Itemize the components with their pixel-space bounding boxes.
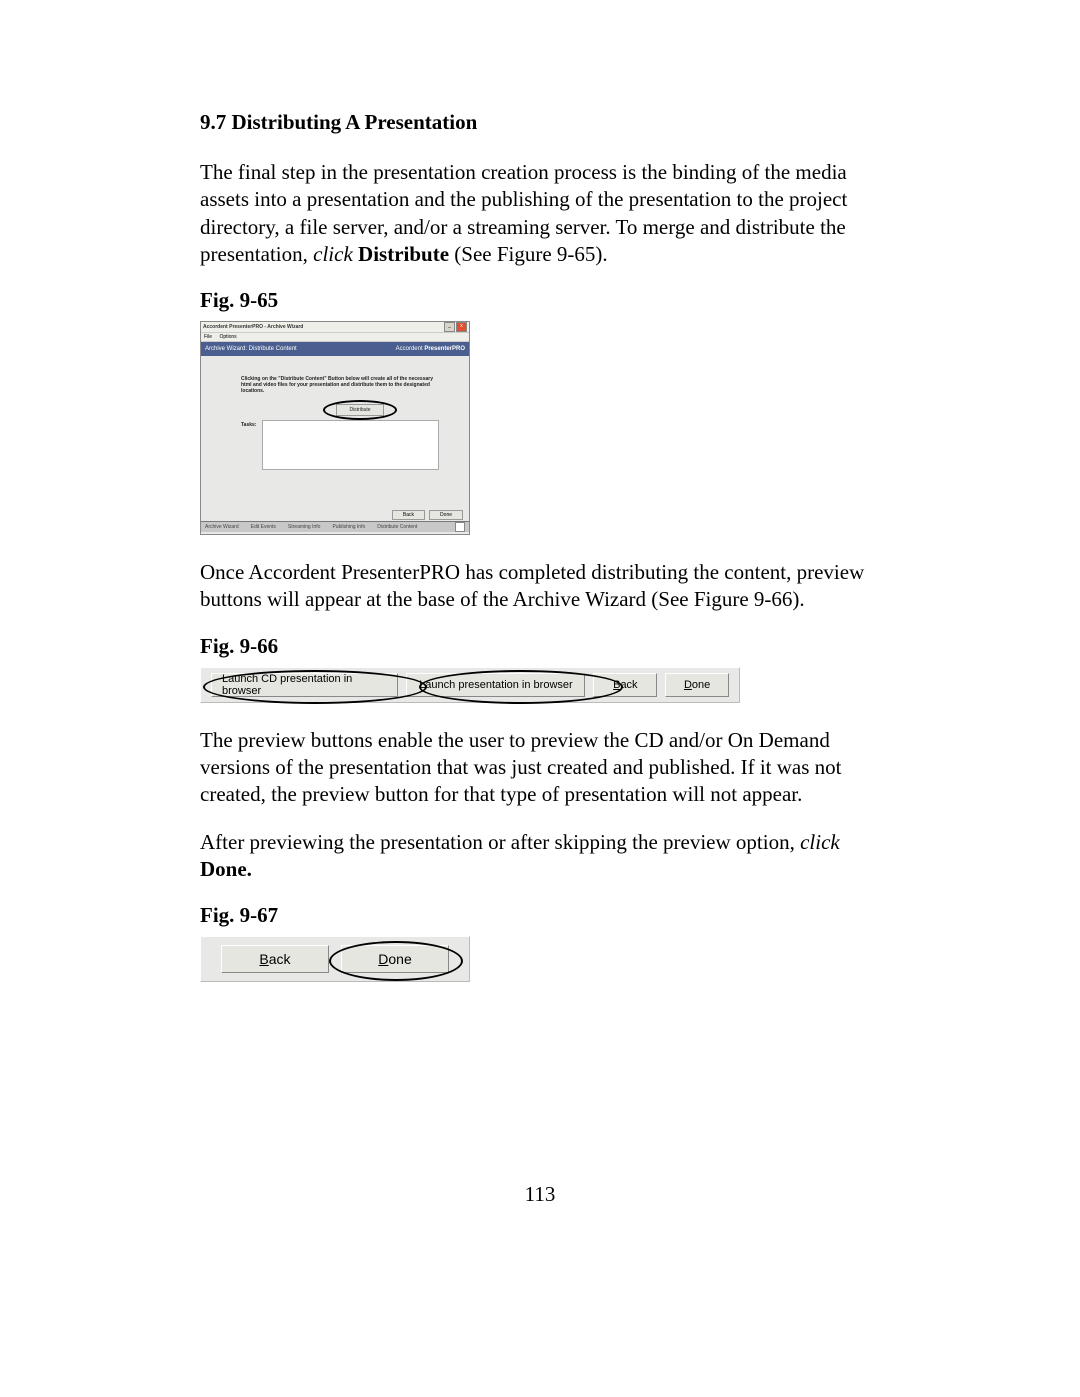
text: After previewing the presentation or aft… xyxy=(200,830,800,854)
tasks-output-box xyxy=(262,420,439,470)
figure-caption-66: Fig. 9-66 xyxy=(200,634,880,659)
tab-edit-events[interactable]: Edit Events xyxy=(251,524,276,530)
text-italic: click xyxy=(800,830,840,854)
menu-file[interactable]: File xyxy=(204,334,212,340)
document-page: 9.7 Distributing A Presentation The fina… xyxy=(0,0,1080,1397)
done-button[interactable]: Done xyxy=(429,510,463,520)
distribute-button[interactable]: Distribute xyxy=(336,404,383,416)
back-button[interactable]: Back xyxy=(593,673,657,697)
text: ack xyxy=(269,951,291,967)
wizard-tabs: Archive Wizard Edit Events Streaming Inf… xyxy=(205,524,417,530)
brand-text-b: PresenterPRO xyxy=(424,346,465,352)
figure-caption-67: Fig. 9-67 xyxy=(200,903,880,928)
text: one xyxy=(388,951,411,967)
tab-distribute-content[interactable]: Distribute Content xyxy=(377,524,417,530)
wizard-tab-bar: Archive Wizard Edit Events Streaming Inf… xyxy=(201,521,469,532)
window-titlebar: Accordent PresenterPRO - Archive Wizard … xyxy=(201,322,469,333)
wizard-header-bar: Archive Wizard: Distribute Content Accor… xyxy=(201,342,469,356)
back-button[interactable]: Back xyxy=(221,945,329,973)
paragraph-2: Once Accordent PresenterPRO has complete… xyxy=(200,559,880,614)
mnemonic: D xyxy=(378,951,388,967)
paragraph-1: The final step in the presentation creat… xyxy=(200,159,880,268)
text-italic: click xyxy=(313,242,353,266)
launch-cd-presentation-button[interactable]: Launch CD presentation in browser xyxy=(211,673,398,697)
paragraph-4: After previewing the presentation or aft… xyxy=(200,829,880,884)
tab-streaming-info[interactable]: Streaming Info xyxy=(288,524,321,530)
brand-text-a: Accordent xyxy=(396,346,425,352)
text: one xyxy=(692,679,710,691)
minimize-button[interactable]: _ xyxy=(444,322,455,332)
figure-9-67: Back Done xyxy=(200,936,470,982)
back-button[interactable]: Back xyxy=(392,510,425,520)
figure-caption-65: Fig. 9-65 xyxy=(200,288,880,313)
menu-options[interactable]: Options xyxy=(219,334,236,340)
instruction-text: Clicking on the "Distribute Content" But… xyxy=(241,376,439,394)
done-button[interactable]: Done xyxy=(665,673,729,697)
text: ack xyxy=(620,679,637,691)
close-button[interactable]: x xyxy=(456,322,467,332)
section-heading: 9.7 Distributing A Presentation xyxy=(200,110,880,135)
mnemonic: D xyxy=(684,679,692,691)
distribute-button-wrap: Distribute xyxy=(281,404,439,416)
figure-9-65: Accordent PresenterPRO - Archive Wizard … xyxy=(200,321,470,535)
text-bold: Distribute xyxy=(353,242,449,266)
tasks-row: Tasks: xyxy=(241,420,439,470)
tasks-label: Tasks: xyxy=(241,420,256,428)
mnemonic: B xyxy=(613,679,620,691)
menu-bar: File Options xyxy=(201,333,469,342)
logo-icon xyxy=(455,522,465,532)
window-controls: _ x xyxy=(444,322,467,332)
brand-label: Accordent PresenterPRO xyxy=(396,346,465,352)
text: (See Figure 9-65). xyxy=(449,242,608,266)
tab-archive-wizard[interactable]: Archive Wizard xyxy=(205,524,239,530)
wizard-content: Clicking on the "Distribute Content" But… xyxy=(201,356,469,474)
figure-9-66: Launch CD presentation in browser Launch… xyxy=(200,667,740,703)
wizard-button-row: Back Done xyxy=(392,510,463,520)
launch-presentation-button[interactable]: Launch presentation in browser xyxy=(406,673,585,697)
tab-publishing-info[interactable]: Publishing Info xyxy=(332,524,365,530)
paragraph-3: The preview buttons enable the user to p… xyxy=(200,727,880,809)
done-button[interactable]: Done xyxy=(341,945,449,973)
window-title: Accordent PresenterPRO - Archive Wizard xyxy=(203,324,303,330)
wizard-step-title: Archive Wizard: Distribute Content xyxy=(205,346,297,352)
page-number: 113 xyxy=(0,1182,1080,1207)
mnemonic: B xyxy=(259,951,268,967)
text-bold: Done. xyxy=(200,857,252,881)
